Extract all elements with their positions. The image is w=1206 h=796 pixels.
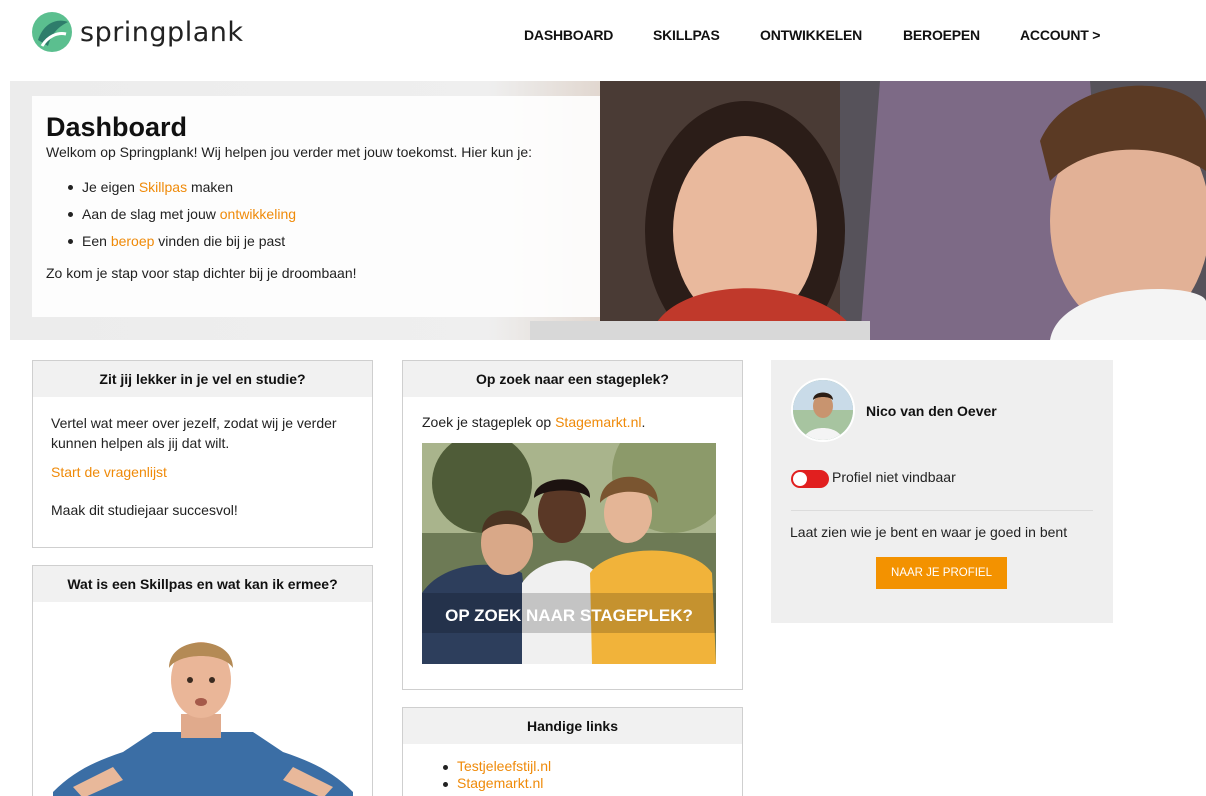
list-item-text: Je eigen [82, 179, 139, 195]
hero-banner: Dashboard Welkom op Springplank! Wij hel… [10, 81, 1206, 340]
profile-visibility-toggle[interactable] [791, 470, 829, 488]
list-item-text: Aan de slag met jouw [82, 206, 220, 222]
card-title: Op zoek naar een stageplek? [403, 361, 742, 397]
list-item-text: maken [187, 179, 233, 195]
profile-name: Nico van den Oever [866, 403, 997, 419]
beroep-link[interactable]: beroep [111, 233, 155, 249]
nav-ontwikkelen[interactable]: ONTWIKKELEN [760, 27, 862, 43]
hero-list: Je eigen Skillpas maken Aan de slag met … [68, 174, 586, 255]
internship-card: Op zoek naar een stageplek? Zoek je stag… [402, 360, 743, 690]
top-bar: springplank DASHBOARD SKILLPAS ONTWIKKEL… [0, 0, 1206, 80]
stagemarkt-link[interactable]: Stagemarkt.nl [457, 775, 543, 791]
links-list: Testjeleefstijl.nl Stagemarkt.nl [443, 758, 724, 792]
internship-image-caption: OP ZOEK NAAR STAGEPLEK? [445, 606, 693, 625]
hero-outro: Zo kom je stap voor stap dichter bij je … [46, 265, 357, 281]
main-nav: DASHBOARD SKILLPAS ONTWIKKELEN BEROEPEN … [0, 27, 1206, 47]
profile-panel: Nico van den Oever Profiel niet vindbaar… [771, 360, 1113, 623]
card-text-prefix: Zoek je stageplek op [422, 414, 556, 430]
profile-tagline: Laat zien wie je bent en waar je goed in… [790, 524, 1068, 540]
card-footer-text: Maak dit studiejaar succesvol! [51, 502, 238, 518]
toggle-knob [793, 472, 807, 486]
card-title: Zit jij lekker in je vel en studie? [33, 361, 372, 397]
hero-intro: Welkom op Springplank! Wij helpen jou ve… [46, 144, 533, 160]
divider [791, 510, 1093, 511]
nav-beroepen[interactable]: BEROEPEN [903, 27, 980, 43]
stagemarkt-link[interactable]: Stagemarkt.nl [555, 414, 641, 430]
nav-skillpas[interactable]: SKILLPAS [653, 27, 720, 43]
card-text-suffix: . [641, 414, 646, 430]
ontwikkeling-link[interactable]: ontwikkeling [220, 206, 296, 222]
testjeleefstijl-link[interactable]: Testjeleefstijl.nl [457, 758, 551, 774]
skillpas-video-thumbnail[interactable] [33, 602, 372, 796]
card-title: Handige links [403, 708, 742, 744]
start-questionnaire-link[interactable]: Start de vragenlijst [51, 462, 354, 482]
list-item: Testjeleefstijl.nl [443, 758, 724, 775]
profile-visibility-label: Profiel niet vindbaar [832, 469, 956, 485]
hero-welcome-card: Dashboard Welkom op Springplank! Wij hel… [32, 96, 600, 317]
skillpas-card: Wat is een Skillpas en wat kan ik ermee? [32, 565, 373, 796]
list-item: Aan de slag met jouw ontwikkeling [68, 201, 586, 228]
nav-dashboard[interactable]: DASHBOARD [524, 27, 613, 43]
card-text: Zoek je stageplek op Stagemarkt.nl. [422, 412, 723, 432]
card-text: Vertel wat meer over jezelf, zodat wij j… [51, 415, 337, 451]
wellbeing-card: Zit jij lekker in je vel en studie? Vert… [32, 360, 373, 548]
list-item: Een beroep vinden die bij je past [68, 228, 586, 255]
skillpas-link[interactable]: Skillpas [139, 179, 187, 195]
list-item-text: Een [82, 233, 111, 249]
list-item: Stagemarkt.nl [443, 775, 724, 792]
page-title: Dashboard [46, 112, 188, 142]
list-item: Je eigen Skillpas maken [68, 174, 586, 201]
nav-account[interactable]: ACCOUNT > [1020, 27, 1100, 43]
internship-image[interactable]: OP ZOEK NAAR STAGEPLEK? [422, 443, 716, 664]
card-title: Wat is een Skillpas en wat kan ik ermee? [33, 566, 372, 602]
avatar[interactable] [791, 378, 855, 442]
links-card: Handige links Testjeleefstijl.nl Stagema… [402, 707, 743, 796]
list-item-text: vinden die bij je past [154, 233, 286, 249]
go-to-profile-button[interactable]: NAAR JE PROFIEL [876, 557, 1007, 589]
